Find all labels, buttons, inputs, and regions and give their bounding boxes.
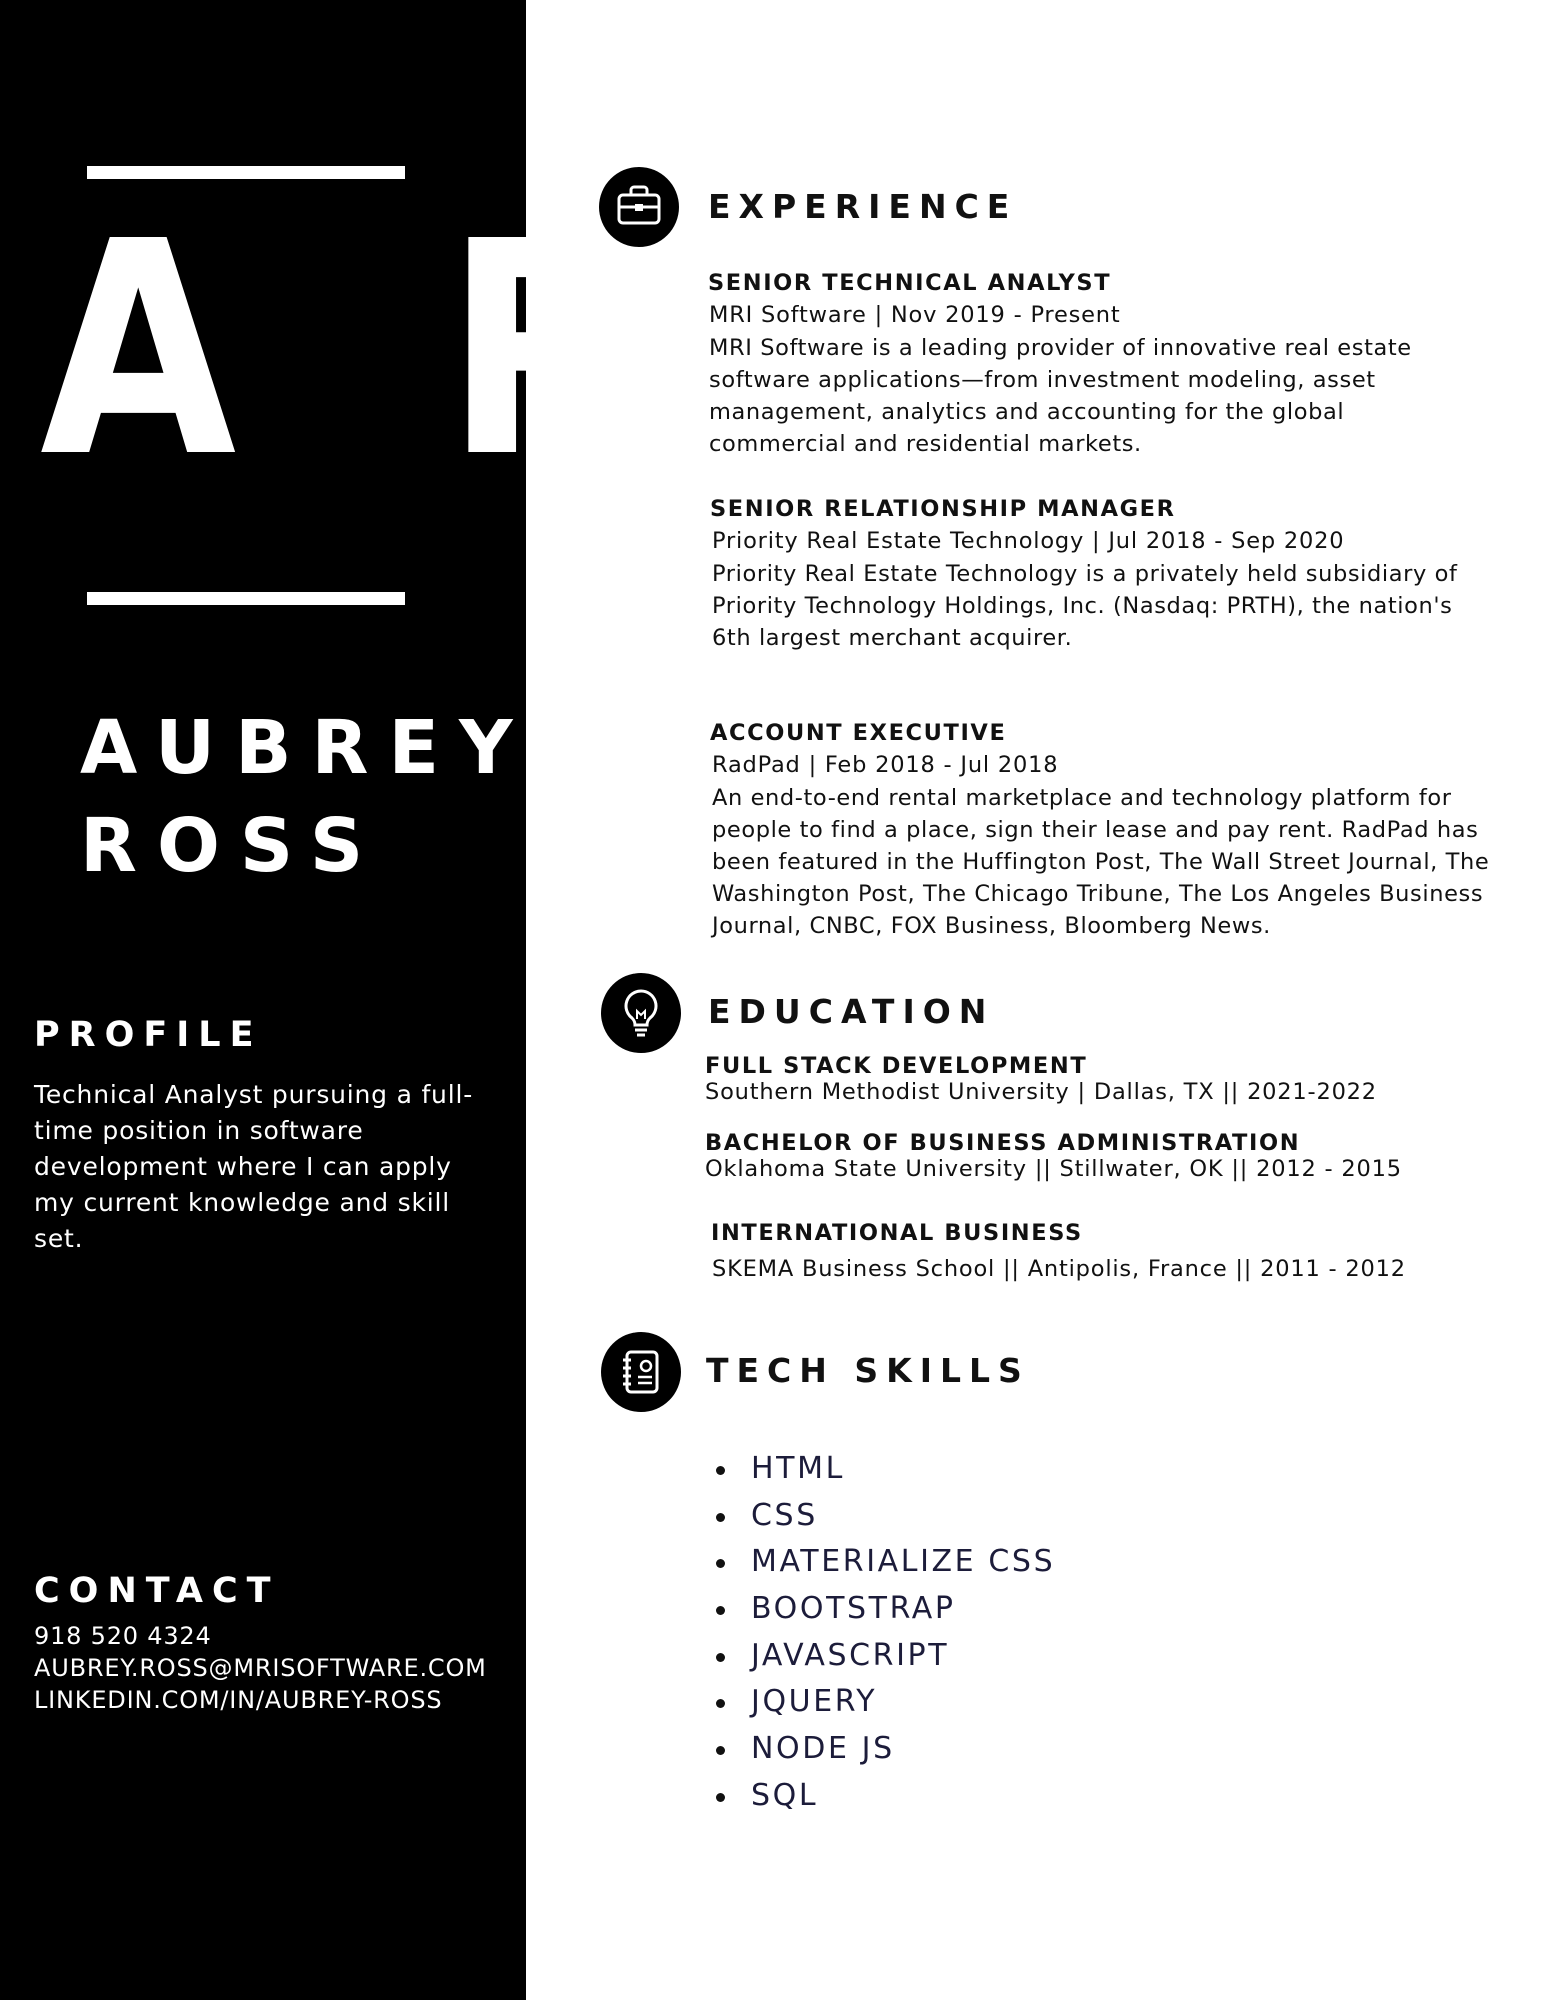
education-detail: SKEMA Business School || Antipolis, Fran…: [712, 1256, 1406, 1282]
bullet-icon: [716, 1792, 725, 1802]
job-meta: Priority Real Estate Technology | Jul 20…: [712, 528, 1345, 554]
notebook-icon: [601, 1332, 681, 1412]
skill-item: NODE JS: [716, 1726, 1055, 1773]
job-description: MRI Software is a leading provider of in…: [709, 335, 1412, 457]
skills-list: HTML CSS MATERIALIZE CSS BOOTSTRAP JAVAS…: [716, 1446, 1055, 1820]
sidebar: A R AUBREY ROSS PROFILE Technical Analys…: [0, 0, 701, 2000]
bullet-icon: [716, 1466, 725, 1475]
monogram: A R: [40, 178, 701, 522]
job-description: An end-to-end rental marketplace and tec…: [712, 785, 1490, 939]
job-meta: MRI Software | Nov 2019 - Present: [709, 302, 1121, 328]
skill-item: MATERIALIZE CSS: [716, 1539, 1055, 1586]
education-degree: FULL STACK DEVELOPMENT: [705, 1053, 1088, 1079]
contact-phone[interactable]: 918 520 4324: [34, 1622, 212, 1650]
last-name: ROSS: [80, 803, 384, 889]
education-detail: Oklahoma State University || Stillwater,…: [705, 1156, 1402, 1182]
profile-heading: PROFILE: [34, 1015, 263, 1055]
skill-item: JAVASCRIPT: [716, 1633, 1055, 1680]
lightbulb-icon: [601, 973, 681, 1053]
job-description: Priority Real Estate Technology is a pri…: [712, 561, 1458, 651]
job-meta: RadPad | Feb 2018 - Jul 2018: [712, 752, 1059, 778]
bullet-icon: [716, 1652, 725, 1662]
skill-item: HTML: [716, 1446, 1055, 1493]
education-detail: Southern Methodist University | Dallas, …: [705, 1079, 1377, 1105]
experience-heading: EXPERIENCE: [708, 187, 1018, 226]
bullet-icon: [716, 1559, 725, 1569]
bullet-icon: [716, 1606, 725, 1616]
profile-text: Technical Analyst pursuing a full-time p…: [34, 1080, 474, 1253]
job-title: SENIOR TECHNICAL ANALYST: [708, 270, 1112, 296]
monogram-bottom-rule: [87, 592, 405, 605]
contact-linkedin[interactable]: LINKEDIN.COM/IN/AUBREY-ROSS: [34, 1686, 442, 1714]
education-degree: BACHELOR OF BUSINESS ADMINISTRATION: [705, 1130, 1301, 1156]
job-title: SENIOR RELATIONSHIP MANAGER: [710, 496, 1176, 522]
bullet-icon: [716, 1746, 725, 1756]
education-heading: EDUCATION: [708, 992, 995, 1031]
skill-item: CSS: [716, 1493, 1055, 1540]
contact-heading: CONTACT: [34, 1571, 280, 1611]
skill-item: SQL: [716, 1773, 1055, 1820]
skill-item: BOOTSTRAP: [716, 1586, 1055, 1633]
skill-item: JQUERY: [716, 1679, 1055, 1726]
briefcase-icon: [599, 167, 679, 247]
job-title: ACCOUNT EXECUTIVE: [710, 720, 1007, 746]
first-name: AUBREY: [80, 705, 533, 791]
bullet-icon: [716, 1512, 725, 1522]
contact-email[interactable]: AUBREY.ROSS@MRISOFTWARE.COM: [34, 1654, 487, 1682]
tech-skills-heading: TECH SKILLS: [706, 1351, 1030, 1390]
bullet-icon: [716, 1699, 725, 1709]
education-degree: INTERNATIONAL BUSINESS: [711, 1220, 1083, 1246]
